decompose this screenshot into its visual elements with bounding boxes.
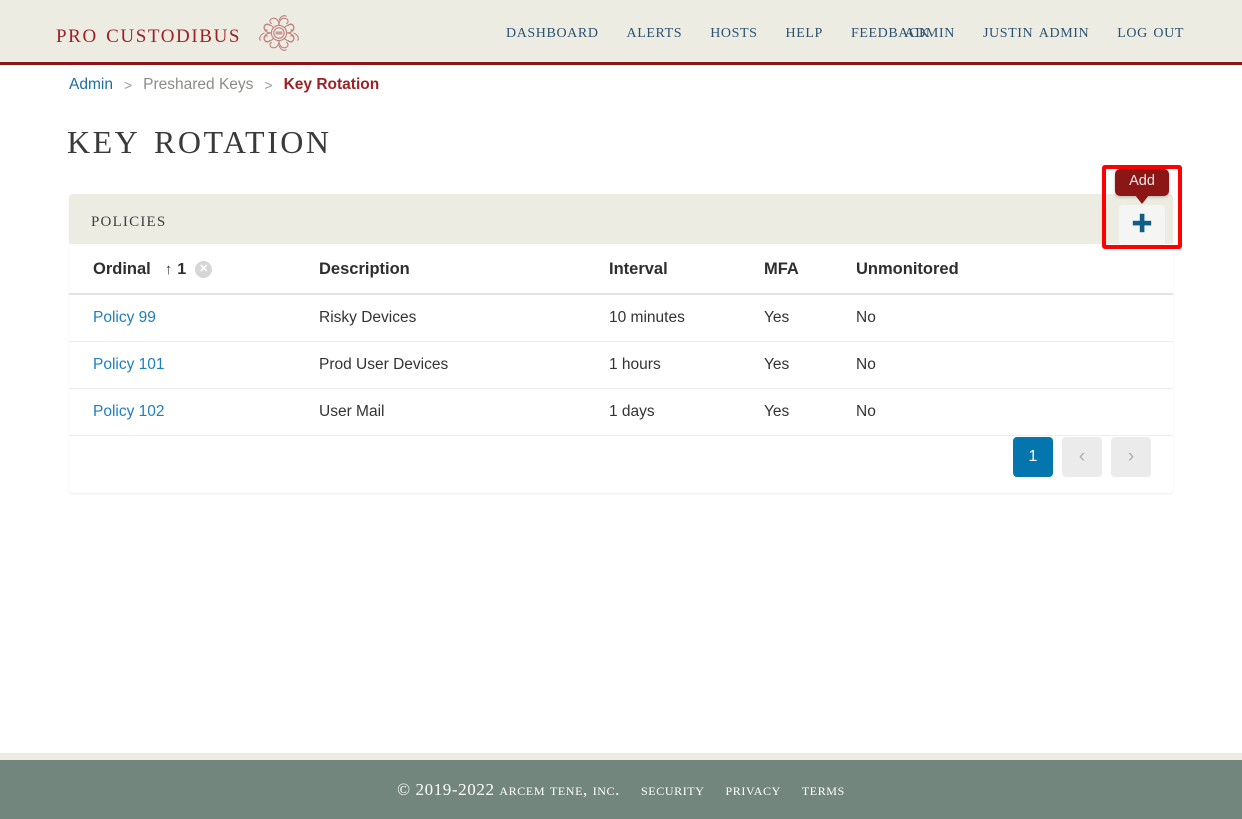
pagination-page-1[interactable]: 1 [1013, 437, 1053, 477]
nav-user[interactable]: Justin Admin [969, 20, 1103, 43]
nav-hosts[interactable]: Hosts [696, 20, 771, 43]
site-header: Pro Custodibus [0, 0, 1242, 65]
table-head: Ordinal ↑ 1 ✕ Description Interval MFA U… [69, 244, 1173, 295]
pagination-prev-button[interactable]: ‹ [1062, 437, 1102, 477]
add-control: Add [1106, 169, 1178, 245]
account-navigation: Admin Justin Admin Log Out [890, 0, 1198, 62]
nav-help[interactable]: Help [772, 20, 837, 43]
table-header-row: Ordinal ↑ 1 ✕ Description Interval MFA U… [69, 244, 1173, 295]
column-header-interval[interactable]: Interval [609, 244, 764, 295]
plus-icon [1131, 212, 1153, 237]
breadcrumb-item-admin[interactable]: Admin [69, 76, 113, 94]
nav-logout[interactable]: Log Out [1103, 20, 1198, 43]
policies-table: Ordinal ↑ 1 ✕ Description Interval MFA U… [69, 244, 1173, 436]
cell-description: Prod User Devices [319, 341, 609, 389]
column-header-unmonitored[interactable]: Unmonitored [856, 244, 1173, 295]
cell-ordinal: Policy 101 [69, 341, 319, 389]
footer-link-security[interactable]: Security [641, 780, 704, 800]
table-row: Policy 99 Risky Devices 10 minutes Yes N… [69, 294, 1173, 342]
cell-interval: 1 hours [609, 341, 764, 389]
policies-card-header: Policies [69, 194, 1173, 244]
add-tooltip: Add [1115, 169, 1169, 204]
clear-sort-icon[interactable]: ✕ [195, 261, 213, 278]
nav-alerts[interactable]: Alerts [613, 20, 697, 43]
breadcrumb-item-preshared-keys[interactable]: Preshared Keys [143, 76, 253, 94]
breadcrumb: Admin > Preshared Keys > Key Rotation [69, 76, 379, 94]
primary-navigation: Dashboard Alerts Hosts Help Feedback [492, 0, 944, 62]
policy-link[interactable]: Policy 101 [93, 356, 165, 373]
sort-ascending-icon[interactable]: ↑ [165, 262, 173, 277]
table-row: Policy 101 Prod User Devices 1 hours Yes… [69, 341, 1173, 389]
cell-mfa: Yes [764, 294, 856, 342]
policy-link[interactable]: Policy 102 [93, 403, 165, 420]
cell-mfa: Yes [764, 388, 856, 436]
breadcrumb-separator: > [264, 77, 273, 93]
column-header-description[interactable]: Description [319, 244, 609, 295]
cell-ordinal: Policy 102 [69, 388, 319, 436]
add-button[interactable] [1119, 204, 1165, 245]
brand-title: Pro Custodibus [56, 17, 242, 48]
nav-admin[interactable]: Admin [890, 20, 968, 43]
cell-description: User Mail [319, 388, 609, 436]
table-body: Policy 99 Risky Devices 10 minutes Yes N… [69, 294, 1173, 436]
policy-link[interactable]: Policy 99 [93, 309, 156, 326]
brand-logo-link[interactable]: Pro Custodibus [56, 11, 303, 55]
column-header-ordinal[interactable]: Ordinal ↑ 1 ✕ [69, 244, 319, 295]
footer-link-privacy[interactable]: Privacy [726, 780, 781, 800]
policies-title: Policies [91, 206, 167, 231]
site-footer: © 2019-2022 Arcem Tene, Inc. Security Pr… [0, 760, 1242, 819]
footer-copyright: © 2019-2022 Arcem Tene, Inc. [397, 779, 621, 799]
nav-dashboard[interactable]: Dashboard [492, 20, 613, 43]
medusa-logo-icon [255, 11, 303, 55]
cell-description: Risky Devices [319, 294, 609, 342]
breadcrumb-item-current: Key Rotation [283, 76, 380, 93]
column-header-mfa[interactable]: MFA [764, 244, 856, 295]
cell-unmonitored: No [856, 341, 1173, 389]
cell-mfa: Yes [764, 341, 856, 389]
table-row: Policy 102 User Mail 1 days Yes No [69, 388, 1173, 436]
cell-unmonitored: No [856, 388, 1173, 436]
sort-order-index: 1 [177, 260, 187, 278]
cell-ordinal: Policy 99 [69, 294, 319, 342]
page-title: Key Rotation [67, 113, 332, 163]
pagination: 1 ‹ › [1013, 437, 1151, 477]
cell-unmonitored: No [856, 294, 1173, 342]
policies-card: Policies Ordinal ↑ 1 ✕ Description Inter… [69, 194, 1173, 493]
breadcrumb-separator: > [123, 77, 133, 93]
cell-interval: 1 days [609, 388, 764, 436]
column-label-ordinal: Ordinal [93, 260, 151, 278]
footer-top-strip [0, 753, 1242, 760]
pagination-next-button[interactable]: › [1111, 437, 1151, 477]
footer-link-terms[interactable]: Terms [802, 780, 845, 800]
cell-interval: 10 minutes [609, 294, 764, 342]
